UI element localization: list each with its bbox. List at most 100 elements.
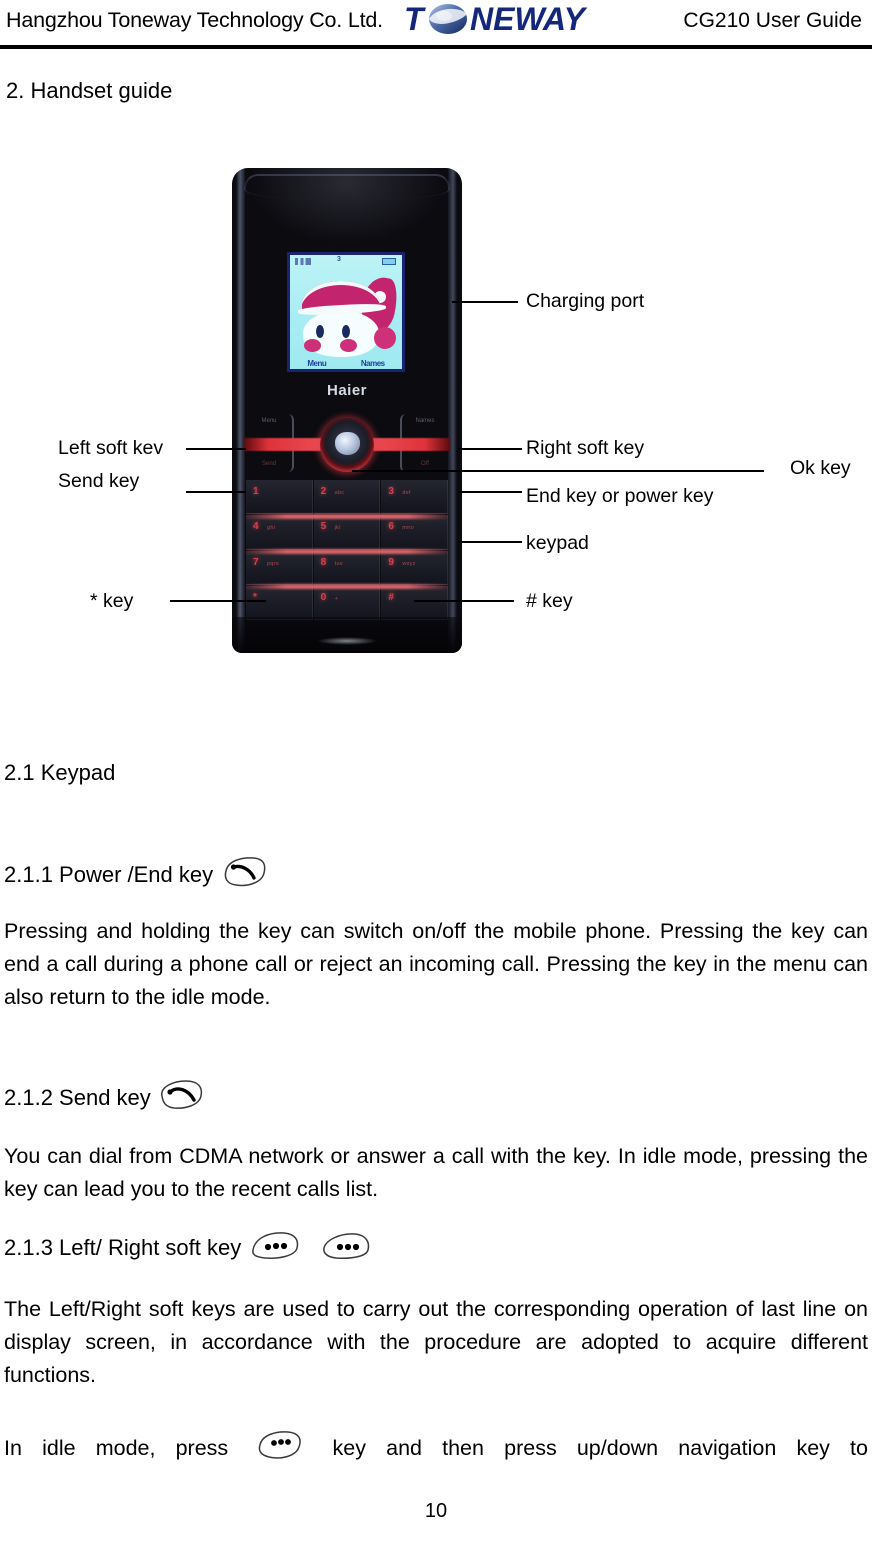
phone-key-number: 7 [253,556,259,568]
paragraph-power-end-key: Pressing and holding the key can switch … [4,919,868,1009]
wallpaper-cheek-right [340,339,357,352]
leader-send-key [186,491,246,493]
callout-left-soft-key: Left soft kev [58,437,164,459]
phone-right-softkey-top-label: Names [415,418,435,424]
wallpaper-eye-left [316,325,324,338]
right-soft-key-icon [318,1228,374,1268]
phone-key-number: 5 [320,521,327,533]
handset-figure: 3 Menu Names Haier Menu Send Names Off 1… [0,160,872,660]
phone-key: 5 jkl [313,515,381,550]
heading-power-end-key: 2.1.1 Power /End key [4,855,269,895]
wallpaper-eye-right [342,325,350,338]
company-name: Hangzhou Toneway Technology Co. Ltd. [6,8,383,32]
phone-key: 2 abc [313,480,381,515]
callout-keypad: keypad [526,532,589,554]
send-key-icon [157,1078,207,1118]
svg-text:T: T [404,2,426,36]
paragraph-send-key: You can dial from CDMA network or answer… [4,1144,868,1201]
left-soft-key-icon [254,1428,306,1472]
phone-key: 8 tuv [313,550,381,585]
end-key-icon [219,855,269,895]
phone-navigation-ring [320,418,374,472]
phone-key-number: 8 [320,556,327,568]
callout-charging-port: Charging port [526,290,645,312]
phone-key-letters: wxyz [402,560,416,567]
toneway-logo: T NEWAY [404,1,656,37]
heading-soft-keys: 2.1.3 Left/ Right soft key [4,1228,374,1268]
callout-end-key: End key or power key [526,485,714,507]
leader-keypad [458,541,522,543]
paragraph-idle-mode-part1: In idle mode, press [4,1436,229,1460]
phone-key-letters: tuv [334,560,343,567]
phone-bottom-chin [232,617,462,653]
phone-key: # [381,585,448,620]
callout-right-soft-key: Right soft key [526,437,645,459]
phone-top-bezel [244,174,450,200]
phone-navigation-zone: Menu Send Names Off [244,412,450,478]
phone-key-letters: pqrs [267,560,279,567]
phone-right-softkey-bottom-label: Off [421,461,429,467]
phone-key-letters: + [334,595,339,602]
display-softkey-left: Menu [307,359,327,368]
leader-left-soft-key [186,448,246,450]
phone-key: * [246,585,313,620]
phone-key: 0 + [313,585,381,620]
heading-send-key: 2.1.2 Send key [4,1078,207,1118]
phone-key-number: 6 [388,521,394,533]
paragraph-idle-mode: In idle mode, press key and then press u… [4,1428,868,1472]
phone-key: 6 mno [381,515,448,550]
left-soft-key-icon [247,1228,303,1268]
callout-hash-key: # key [526,590,573,612]
phone-photo: 3 Menu Names Haier Menu Send Names Off 1… [232,168,462,653]
signal-icon [295,258,311,265]
toneway-logo-svg: T NEWAY [404,1,588,37]
section-title: 2. Handset guide [6,78,173,103]
header-divider [0,45,872,49]
phone-left-edge [236,168,245,653]
callout-send-key: Send key [58,470,140,492]
phone-key-number: 1 [253,486,259,497]
heading-send-key-text: 2.1.2 Send key [4,1085,151,1110]
leader-right-soft-key [458,448,522,450]
phone-key-number: 2 [320,486,327,497]
paragraph-soft-keys: The Left/Right soft keys are used to car… [4,1297,868,1387]
phone-key: 1 [246,480,313,515]
display-softkey-right: Names [360,359,385,368]
phone-key: 4 ghi [246,515,313,550]
leader-star-key [170,600,266,602]
phone-key-number: 9 [388,556,394,568]
phone-key-letters: jkl [334,525,341,532]
status-center-text: 3 [337,256,341,263]
heading-power-end-key-text: 2.1.1 Power /End key [4,862,214,887]
phone-key-number: 3 [388,486,394,497]
paragraph-idle-mode-part2: key and then press up/down navigation ke… [332,1436,869,1460]
phone-key-letters: def [402,490,411,496]
phone-key: 3 def [381,480,448,515]
phone-right-edge [448,168,457,653]
wallpaper-cheek-left [304,339,321,352]
leader-end-key [458,491,522,493]
phone-left-softkey-bottom-label: Send [261,461,276,467]
svg-text:NEWAY: NEWAY [470,2,588,36]
battery-icon [382,258,396,265]
phone-brand-label: Haier [326,382,368,399]
leader-charging-port [452,301,518,303]
phone-key-number: 0 [320,591,327,603]
leader-ok-key [352,470,764,472]
phone-key-letters: mno [402,525,414,532]
document-title: CG210 User Guide [683,9,862,32]
phone-key-number: 4 [253,521,259,533]
keypad-glow-row-2 [246,549,448,554]
leader-hash-key [414,600,514,602]
heading-keypad: 2.1 Keypad [4,760,116,785]
keypad-glow-row-1 [246,514,448,519]
phone-ok-key [335,432,360,455]
phone-key: 7 pqrs [246,550,313,585]
phone-left-softkey-top-label: Menu [261,418,277,424]
phone-key-letters: ghi [267,525,276,532]
phone-key-number: # [388,591,394,603]
wallpaper-pompom [374,327,396,349]
heading-soft-keys-text: 2.1.3 Left/ Right soft key [4,1235,242,1260]
phone-mic-highlight [317,637,377,645]
display-status-bar: 3 [290,255,402,270]
